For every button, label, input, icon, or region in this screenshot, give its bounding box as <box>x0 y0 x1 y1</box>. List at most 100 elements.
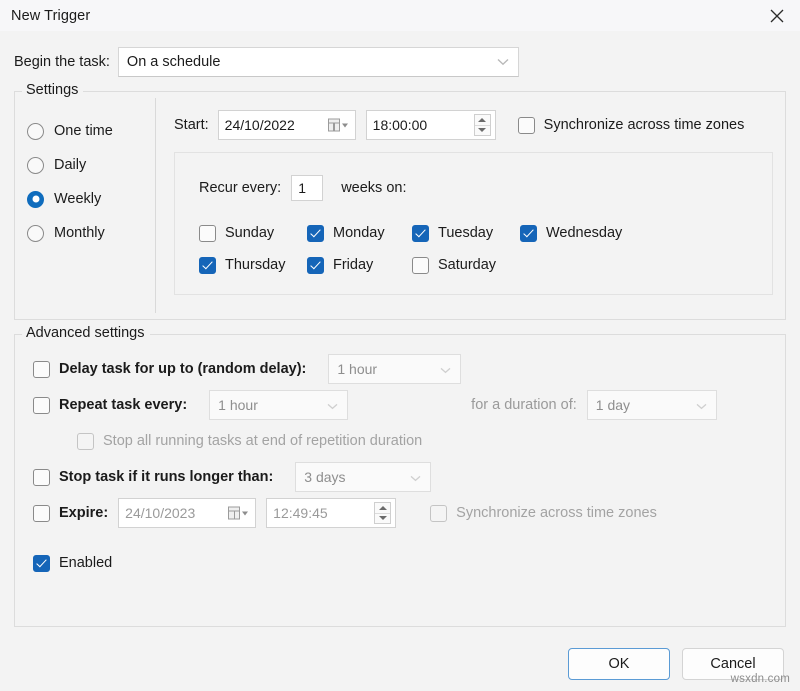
checkbox-expire-sync-timezones[interactable]: Synchronize across time zones <box>430 505 657 522</box>
stop-task-longer-row: Stop task if it runs longer than: 3 days <box>33 459 785 495</box>
radio-label: Monthly <box>54 225 105 241</box>
spinner-updown-icon[interactable] <box>374 502 391 524</box>
checkbox-label: Synchronize across time zones <box>544 117 745 133</box>
checkbox-enabled[interactable]: Enabled <box>33 555 112 572</box>
repeat-interval-combobox[interactable]: 1 hour <box>209 390 348 420</box>
delay-task-row: Delay task for up to (random delay): 1 h… <box>33 351 785 387</box>
checkbox-label: Delay task for up to (random delay): <box>59 361 306 377</box>
spinner-up-button[interactable] <box>475 115 490 126</box>
checkbox-tuesday[interactable]: Tuesday <box>412 225 520 242</box>
repeat-interval-value: 1 hour <box>218 397 258 413</box>
repeat-task-row: Repeat task every: 1 hour for a duration… <box>33 387 785 423</box>
checkbox-indicator <box>33 361 50 378</box>
checkbox-label: Enabled <box>59 555 112 571</box>
radio-weekly[interactable]: Weekly <box>27 182 156 216</box>
begin-task-combobox[interactable]: On a schedule <box>118 47 519 77</box>
checkbox-stop-all-running-tasks[interactable]: Stop all running tasks at end of repetit… <box>77 433 422 450</box>
checkbox-indicator <box>199 257 216 274</box>
checkbox-indicator <box>520 225 537 242</box>
radio-daily[interactable]: Daily <box>27 148 156 182</box>
spinner-updown-icon[interactable] <box>474 114 491 136</box>
cancel-button-label: Cancel <box>710 656 755 672</box>
checkbox-label: Stop all running tasks at end of repetit… <box>103 433 422 449</box>
checkbox-label: Repeat task every: <box>59 397 187 413</box>
checkbox-label: Monday <box>333 225 385 241</box>
checkbox-indicator <box>518 117 535 134</box>
chevron-down-icon <box>696 397 707 413</box>
delay-duration-combobox[interactable]: 1 hour <box>328 354 461 384</box>
checkbox-monday[interactable]: Monday <box>307 225 412 242</box>
checkbox-label: Sunday <box>225 225 274 241</box>
calendar-icon[interactable] <box>228 507 248 520</box>
checkbox-indicator <box>307 257 324 274</box>
stop-task-duration-value: 3 days <box>304 469 345 485</box>
start-date-input[interactable]: 24/10/2022 <box>218 110 356 140</box>
watermark: wsxdn.com <box>731 673 790 685</box>
ok-button[interactable]: OK <box>568 648 670 680</box>
checkbox-label: Synchronize across time zones <box>456 505 657 521</box>
spinner-down-button[interactable] <box>375 514 390 524</box>
checkbox-thursday[interactable]: Thursday <box>199 257 307 274</box>
weekly-recurrence-panel: Recur every: 1 weeks on: Sunday <box>174 152 773 295</box>
recur-every-input[interactable]: 1 <box>291 175 323 201</box>
close-button[interactable] <box>754 0 800 31</box>
recur-every-row: Recur every: 1 weeks on: <box>199 175 772 201</box>
checkbox-friday[interactable]: Friday <box>307 257 412 274</box>
checkbox-stop-task-longer-than[interactable]: Stop task if it runs longer than: <box>33 469 273 486</box>
checkbox-delay-task[interactable]: Delay task for up to (random delay): <box>33 361 306 378</box>
start-date-value: 24/10/2022 <box>225 117 295 133</box>
weekday-row-2: Thursday Friday Saturday <box>199 249 772 281</box>
advanced-group-legend: Advanced settings <box>22 325 150 341</box>
radio-indicator <box>27 225 44 242</box>
spinner-up-button[interactable] <box>375 503 390 514</box>
checkbox-saturday[interactable]: Saturday <box>412 257 520 274</box>
expire-date-input[interactable]: 24/10/2023 <box>118 498 256 528</box>
radio-monthly[interactable]: Monthly <box>27 216 156 250</box>
expire-time-input[interactable]: 12:49:45 <box>266 498 396 528</box>
radio-one-time[interactable]: One time <box>27 114 156 148</box>
checkbox-label: Saturday <box>438 257 496 273</box>
recur-every-label: Recur every: <box>199 180 281 196</box>
expire-date-value: 24/10/2023 <box>125 505 195 521</box>
start-sync-timezones-checkbox[interactable]: Synchronize across time zones <box>518 117 745 134</box>
start-label: Start: <box>174 117 209 133</box>
ok-button-label: OK <box>609 656 630 672</box>
chevron-down-icon <box>410 469 421 485</box>
advanced-settings-group: Advanced settings Delay task for up to (… <box>14 334 786 627</box>
checkbox-sunday[interactable]: Sunday <box>199 225 307 242</box>
checkbox-label: Stop task if it runs longer than: <box>59 469 273 485</box>
duration-label: for a duration of: <box>471 397 577 413</box>
checkbox-label: Thursday <box>225 257 285 273</box>
delay-duration-value: 1 hour <box>337 361 377 377</box>
calendar-icon[interactable] <box>328 119 348 132</box>
chevron-down-icon <box>327 397 338 413</box>
expire-time-value: 12:49:45 <box>273 505 328 521</box>
checkbox-expire[interactable]: Expire: <box>33 505 118 522</box>
dialog-footer: OK Cancel <box>0 637 800 691</box>
checkbox-repeat-task[interactable]: Repeat task every: <box>33 397 187 414</box>
chevron-down-icon <box>497 54 509 70</box>
checkbox-indicator <box>430 505 447 522</box>
stop-all-tasks-row: Stop all running tasks at end of repetit… <box>33 423 785 459</box>
checkbox-label: Wednesday <box>546 225 622 241</box>
spinner-down-button[interactable] <box>475 126 490 136</box>
weekday-row-1: Sunday Monday Tuesday <box>199 217 772 249</box>
checkbox-wednesday[interactable]: Wednesday <box>520 225 622 242</box>
dialog-body: Begin the task: On a schedule Settings O… <box>0 47 800 627</box>
begin-task-label: Begin the task: <box>14 54 110 70</box>
checkbox-indicator <box>307 225 324 242</box>
checkbox-label: Expire: <box>59 505 108 521</box>
begin-task-value: On a schedule <box>127 54 221 70</box>
checkbox-indicator <box>77 433 94 450</box>
settings-group: Settings One time Daily Weekly <box>14 91 786 320</box>
close-icon <box>770 9 784 23</box>
checkbox-indicator <box>33 505 50 522</box>
stop-task-duration-combobox[interactable]: 3 days <box>295 462 431 492</box>
repeat-duration-combobox[interactable]: 1 day <box>587 390 717 420</box>
start-time-input[interactable]: 18:00:00 <box>366 110 496 140</box>
checkbox-indicator <box>199 225 216 242</box>
repeat-duration-value: 1 day <box>596 397 630 413</box>
weeks-on-label: weeks on: <box>341 180 406 196</box>
start-time-value: 18:00:00 <box>373 117 428 133</box>
radio-label: Weekly <box>54 191 101 207</box>
